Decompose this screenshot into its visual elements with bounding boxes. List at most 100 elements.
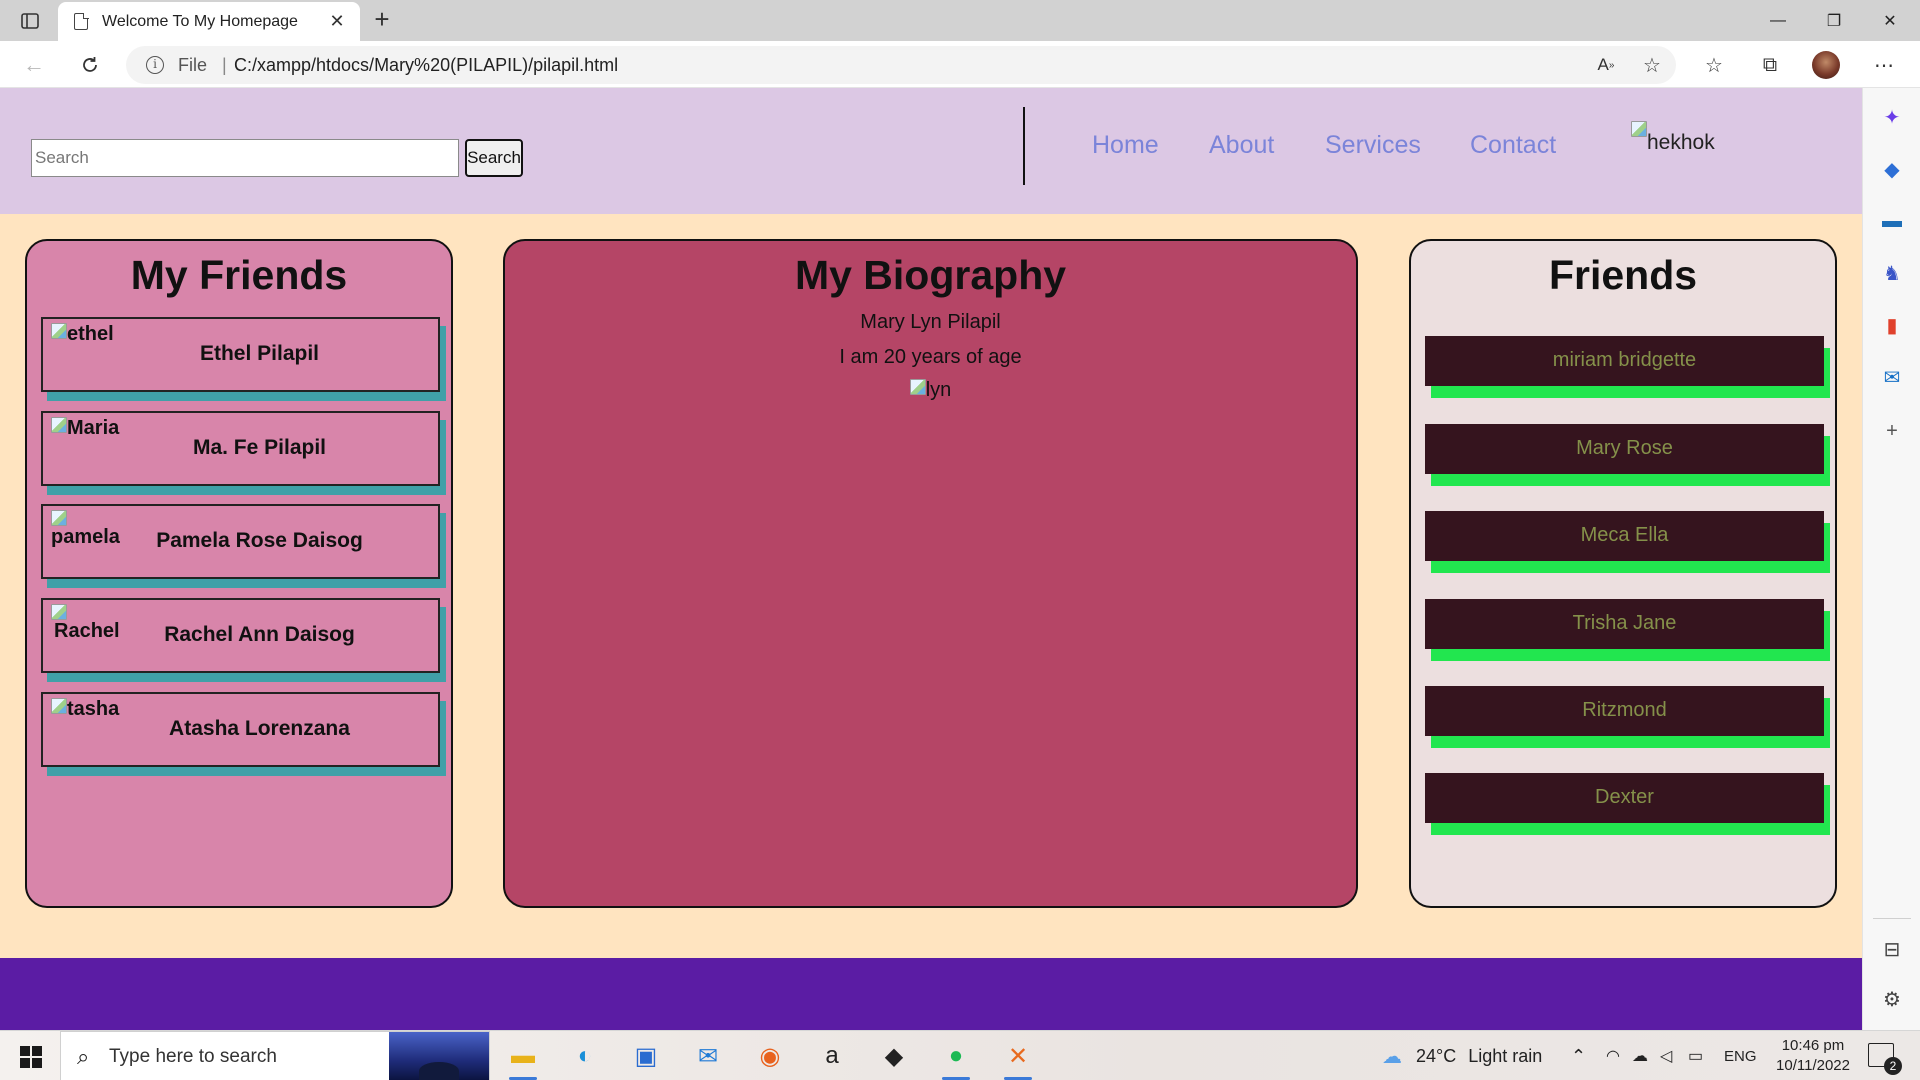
- edge-browser-icon[interactable]: ◐: [567, 1038, 603, 1074]
- nav-services-link[interactable]: Services: [1325, 131, 1421, 160]
- friend-button[interactable]: miriam bridgette: [1425, 336, 1824, 386]
- weather-desc: Light rain: [1468, 1045, 1543, 1066]
- sidebar-settings-gear-icon[interactable]: ⚙: [1879, 986, 1905, 1012]
- friend-button[interactable]: Ritzmond: [1425, 686, 1824, 736]
- refresh-icon[interactable]: [74, 49, 106, 81]
- firefox-icon[interactable]: ◉: [752, 1038, 788, 1074]
- biography-title: My Biography: [794, 252, 1067, 298]
- browser-tab[interactable]: Welcome To My Homepage ✕: [58, 2, 360, 41]
- friend-name: Ethel Pilapil: [199, 342, 320, 365]
- nav-home-link[interactable]: Home: [1092, 131, 1159, 160]
- profile-avatar[interactable]: [1812, 51, 1840, 79]
- edge-sidebar: ✦ ◆ ▬ ♞ ▮ ✉ + ⊟ ⚙: [1862, 88, 1920, 1030]
- friend-card[interactable]: pamela Pamela Rose Daisog: [41, 504, 440, 579]
- file-explorer-icon[interactable]: ▬: [505, 1038, 541, 1080]
- nav-about-link[interactable]: About: [1209, 131, 1274, 160]
- search-icon: ⌕: [77, 1044, 90, 1069]
- add-sidebar-item-icon[interactable]: +: [1879, 418, 1905, 444]
- spotify-icon[interactable]: ●: [938, 1038, 974, 1080]
- network-icon[interactable]: ◠: [1606, 1031, 1620, 1080]
- friend-button[interactable]: Mary Rose: [1425, 424, 1824, 474]
- friend-card[interactable]: Rachel Rachel Ann Daisog: [41, 598, 440, 673]
- notification-center-icon[interactable]: 2: [1868, 1043, 1902, 1075]
- broken-image-icon: [1631, 121, 1647, 137]
- copilot-icon[interactable]: ✦: [1879, 104, 1905, 130]
- sidebar-divider: [1873, 918, 1911, 919]
- friends-title: Friends: [1548, 252, 1698, 298]
- search-highlight-art: [389, 1032, 489, 1080]
- friend-name: Rachel Ann Daisog: [164, 623, 355, 646]
- tray-overflow-icon[interactable]: ⌃: [1571, 1031, 1586, 1080]
- weather-widget[interactable]: ☁ 24°C Light rain: [1382, 1031, 1542, 1080]
- shopping-tag-icon[interactable]: ◆: [1879, 156, 1905, 182]
- friend-name: Ma. Fe Pilapil: [192, 436, 327, 459]
- mail-icon[interactable]: ✉: [690, 1038, 726, 1074]
- read-aloud-icon[interactable]: A»: [1590, 49, 1622, 81]
- language-indicator[interactable]: ENG: [1724, 1031, 1757, 1080]
- friend-button[interactable]: Trisha Jane: [1425, 599, 1824, 649]
- friend-name: Atasha Lorenzana: [169, 717, 350, 740]
- more-menu-icon[interactable]: ⋯: [1868, 49, 1900, 81]
- search-input[interactable]: [31, 139, 459, 177]
- new-tab-button[interactable]: +: [368, 5, 396, 33]
- back-arrow-icon[interactable]: ←: [18, 49, 50, 81]
- friend-card[interactable]: Maria Ma. Fe Pilapil: [41, 411, 440, 486]
- amazon-icon[interactable]: a: [814, 1038, 850, 1074]
- header-divider: [1023, 107, 1025, 185]
- dropbox-icon[interactable]: ◆: [876, 1038, 912, 1074]
- search-button[interactable]: Search: [465, 139, 523, 177]
- biography-panel: My Biography Mary Lyn Pilapil I am 20 ye…: [503, 239, 1358, 908]
- taskbar-search-box[interactable]: ⌕ Type here to search: [60, 1031, 490, 1080]
- bio-photo-alt: lyn: [925, 379, 952, 401]
- header-logo-image: hekhok: [1631, 121, 1715, 155]
- friend-button[interactable]: Meca Ella: [1425, 511, 1824, 561]
- taskbar-clock[interactable]: 10:46 pm 10/11/2022: [1768, 1036, 1858, 1076]
- address-bar[interactable]: i File | C:/xampp/htdocs/Mary%20(PILAPIL…: [126, 46, 1676, 84]
- friend-name: Pamela Rose Daisog: [156, 529, 363, 552]
- friend-card[interactable]: tasha Atasha Lorenzana: [41, 692, 440, 767]
- office-icon[interactable]: ▮: [1879, 312, 1905, 338]
- bio-age: I am 20 years of age: [839, 346, 1022, 368]
- windows-taskbar: ⌕ Type here to search ▬ ◐ ▣ ✉ ◉ a ◆ ● ✕ …: [0, 1030, 1920, 1080]
- battery-icon[interactable]: ▭: [1688, 1031, 1703, 1080]
- add-favorite-icon[interactable]: ☆: [1636, 49, 1668, 81]
- bio-name: Mary Lyn Pilapil: [860, 311, 1001, 333]
- volume-icon[interactable]: ◁: [1660, 1031, 1672, 1080]
- taskbar-search-placeholder: Type here to search: [109, 1046, 277, 1067]
- window-close-button[interactable]: ✕: [1862, 0, 1918, 41]
- rain-cloud-icon: ☁: [1382, 1045, 1402, 1068]
- broken-image-icon: [51, 698, 67, 714]
- broken-image-icon: [51, 604, 67, 620]
- windows-start-icon[interactable]: [20, 1046, 42, 1068]
- site-footer: [0, 958, 1862, 1030]
- hide-sidebar-icon[interactable]: ⊟: [1879, 936, 1905, 962]
- page-favicon-icon: [74, 12, 89, 30]
- site-info-icon[interactable]: i: [146, 56, 164, 74]
- nav-contact-link[interactable]: Contact: [1470, 131, 1556, 160]
- xampp-icon[interactable]: ✕: [1000, 1038, 1036, 1080]
- favorites-icon[interactable]: ☆: [1698, 49, 1730, 81]
- page-viewport: Search Home About Services Contact hekho…: [0, 88, 1862, 1030]
- tools-icon[interactable]: ▬: [1879, 208, 1905, 234]
- tab-actions-icon[interactable]: [12, 7, 48, 35]
- friend-card[interactable]: ethel Ethel Pilapil: [41, 317, 440, 392]
- weather-temp: 24°C: [1416, 1045, 1457, 1066]
- microsoft-store-icon[interactable]: ▣: [628, 1038, 664, 1074]
- broken-image-icon: [51, 417, 67, 433]
- outlook-icon[interactable]: ✉: [1879, 364, 1905, 390]
- tab-title: Welcome To My Homepage: [102, 12, 298, 30]
- header-logo-alt: hekhok: [1647, 131, 1715, 154]
- site-header: Search Home About Services Contact hekho…: [0, 88, 1862, 214]
- broken-image-icon: [51, 510, 67, 526]
- window-restore-button[interactable]: ❐: [1806, 0, 1862, 41]
- tab-close-icon[interactable]: ✕: [326, 10, 348, 32]
- onedrive-icon[interactable]: ☁: [1632, 1031, 1648, 1080]
- collections-icon[interactable]: ⧉: [1754, 49, 1786, 81]
- window-minimize-button[interactable]: —: [1750, 0, 1806, 41]
- my-friends-title: My Friends: [130, 252, 348, 298]
- broken-image-icon: [909, 379, 926, 395]
- friend-button[interactable]: Dexter: [1425, 773, 1824, 823]
- clock-date: 10/11/2022: [1776, 1057, 1850, 1074]
- games-icon[interactable]: ♞: [1879, 260, 1905, 286]
- address-url[interactable]: C:/xampp/htdocs/Mary%20(PILAPIL)/pilapil…: [234, 55, 618, 76]
